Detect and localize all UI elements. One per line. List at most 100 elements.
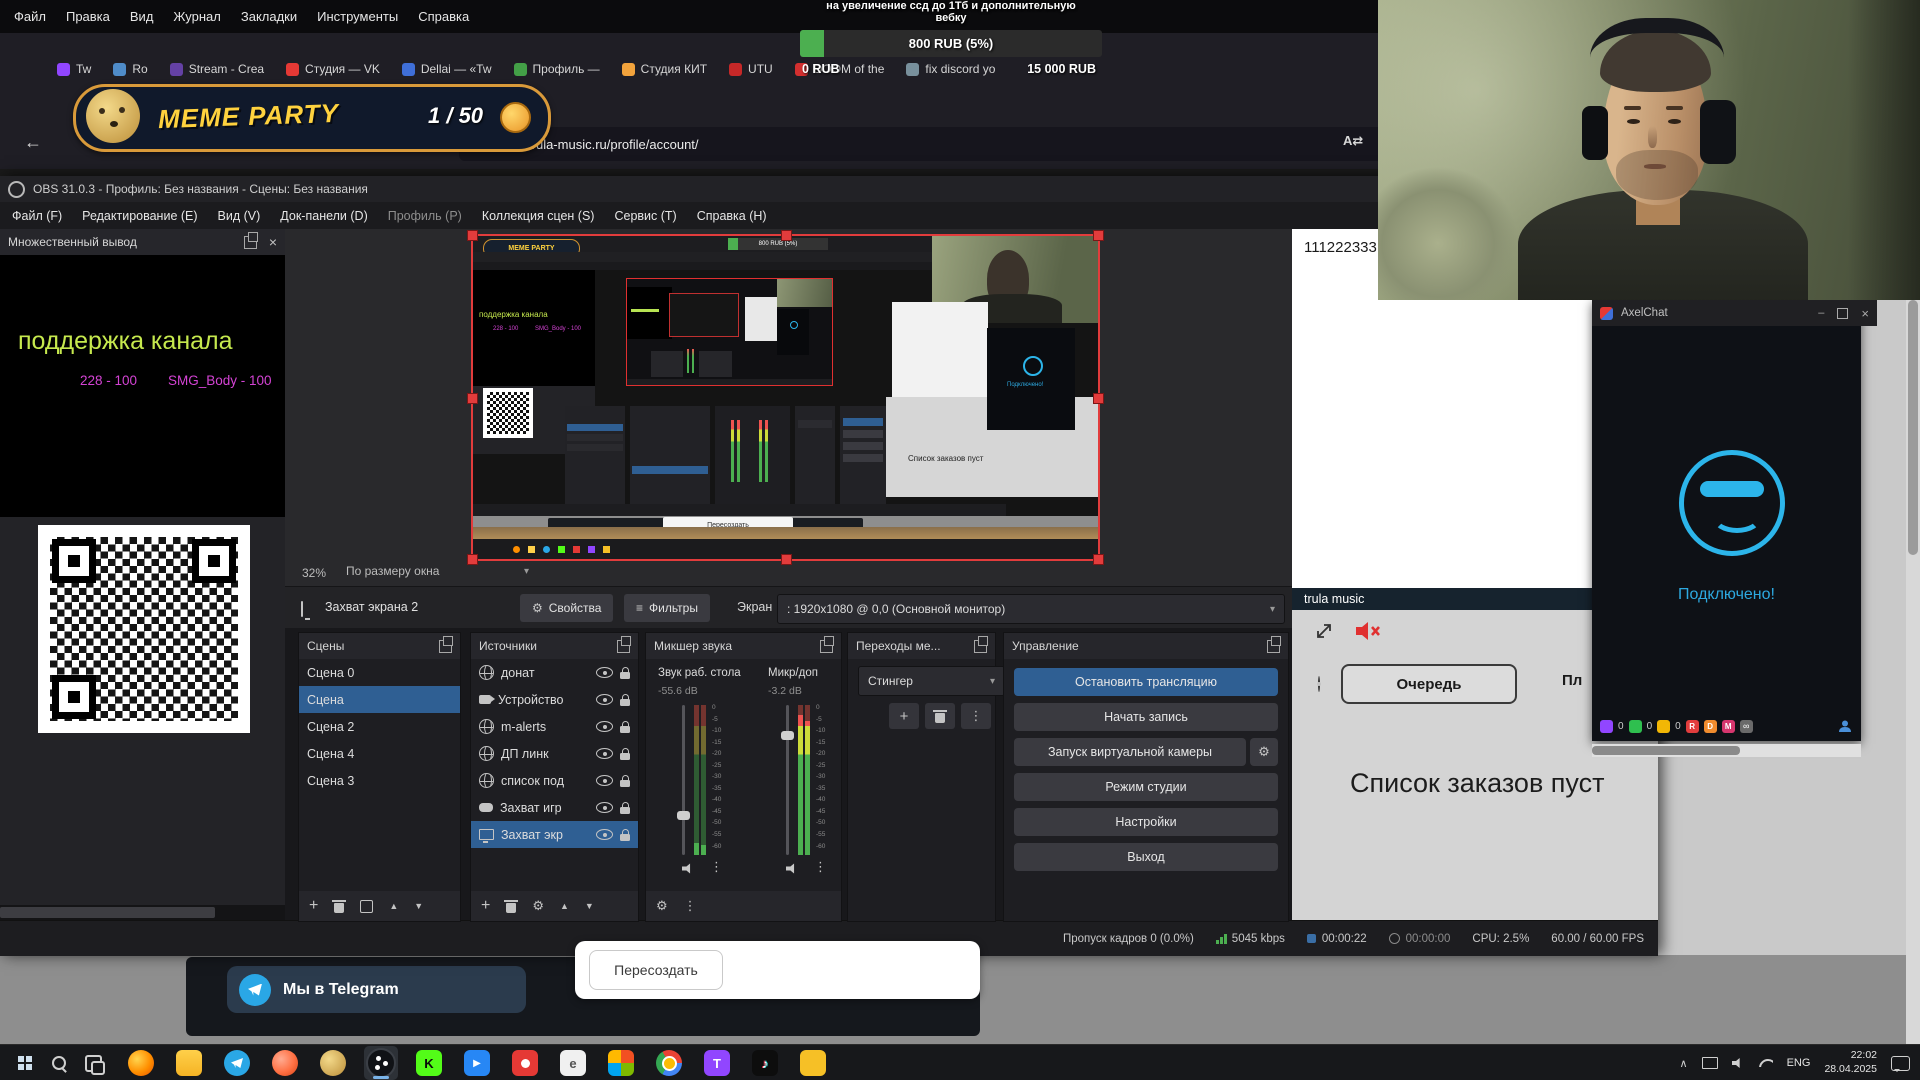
scene-item-selected[interactable]: Сцена <box>299 686 460 713</box>
twitch-icon[interactable] <box>1600 720 1613 733</box>
bookmark-item[interactable]: Dellai — «Tw <box>393 59 501 79</box>
menu-help[interactable]: Справка <box>408 6 479 27</box>
eye-icon[interactable] <box>596 721 613 732</box>
transform-handle[interactable] <box>781 230 792 241</box>
obs-menu-file[interactable]: Файл (F) <box>2 206 72 226</box>
transform-handle[interactable] <box>1093 230 1104 241</box>
gear-icon[interactable]: ⚙ <box>656 898 668 914</box>
move-up-icon[interactable]: ▲ <box>389 901 398 911</box>
menu-view[interactable]: Вид <box>120 6 164 27</box>
lock-icon[interactable] <box>620 726 630 733</box>
tray-speaker-icon[interactable] <box>1732 1058 1745 1069</box>
taskbar-telegram-icon[interactable] <box>220 1046 254 1080</box>
add-icon[interactable]: + <box>481 897 490 915</box>
scene-item[interactable]: Сцена 2 <box>299 713 460 740</box>
menu-file[interactable]: Файл <box>4 6 56 27</box>
scene-item[interactable]: Сцена 4 <box>299 740 460 767</box>
maximize-icon[interactable] <box>1837 308 1848 319</box>
multiview-hscrollbar-thumb[interactable] <box>0 907 215 918</box>
close-icon[interactable]: × <box>269 234 277 250</box>
obs-menu-edit[interactable]: Редактирование (Е) <box>72 206 207 226</box>
axelchat-titlebar[interactable]: AxelChat – × <box>1592 300 1877 326</box>
viewers-icon[interactable] <box>1837 719 1853 733</box>
telegram-button[interactable]: Мы в Telegram <box>227 966 526 1013</box>
remove-transition-button[interactable] <box>925 703 955 729</box>
bookmark-item[interactable]: Stream - Crea <box>161 59 273 79</box>
taskbar-store-icon[interactable] <box>604 1046 638 1080</box>
youtube-icon[interactable]: R <box>1686 720 1699 733</box>
add-transition-button[interactable]: + <box>889 703 919 729</box>
transition-select[interactable]: Стингер ▾ <box>858 666 1005 696</box>
menu-edit[interactable]: Правка <box>56 6 120 27</box>
bookmark-item[interactable]: Tw <box>48 59 100 79</box>
taskbar-browser2-icon[interactable] <box>268 1046 302 1080</box>
tray-display-icon[interactable] <box>1702 1057 1718 1069</box>
scene-item[interactable]: Сцена 0 <box>299 659 460 686</box>
notification-icon[interactable] <box>1891 1056 1910 1071</box>
taskbar-yellow-app-icon[interactable] <box>796 1046 830 1080</box>
muted-speaker-icon[interactable] <box>1354 619 1382 643</box>
source-item[interactable]: донат <box>471 659 638 686</box>
task-view-button[interactable] <box>76 1046 110 1080</box>
popout-icon[interactable] <box>439 640 452 653</box>
back-icon[interactable]: ← <box>24 132 42 153</box>
add-icon[interactable]: + <box>309 897 318 915</box>
close-icon[interactable]: × <box>1861 306 1869 321</box>
lock-icon[interactable] <box>620 807 630 814</box>
taskbar-white-app-icon[interactable]: e <box>556 1046 590 1080</box>
start-record-button[interactable]: Начать запись <box>1014 703 1278 731</box>
source-item[interactable]: Захват игр <box>471 794 638 821</box>
popout-icon[interactable] <box>1267 640 1280 653</box>
studio-mode-button[interactable]: Режим студии <box>1014 773 1278 801</box>
popout-icon[interactable] <box>617 640 630 653</box>
properties-button[interactable]: ⚙ Свойства <box>520 594 613 622</box>
taskbar-firefox-icon[interactable] <box>124 1046 158 1080</box>
obs-menu-docks[interactable]: Док-панели (D) <box>270 206 377 226</box>
lock-icon[interactable] <box>620 753 630 760</box>
popout-icon[interactable] <box>974 640 987 653</box>
taskbar-chrome-icon[interactable] <box>652 1046 686 1080</box>
scene-item[interactable]: Сцена 3 <box>299 767 460 794</box>
transform-handle[interactable] <box>467 554 478 565</box>
search-button[interactable] <box>42 1046 76 1080</box>
link-icon[interactable]: ∞ <box>1740 720 1753 733</box>
lock-icon[interactable] <box>620 672 630 679</box>
page-scrollbar[interactable] <box>1906 169 1920 1044</box>
transform-handle[interactable] <box>781 554 792 565</box>
volume-slider-handle[interactable] <box>677 811 690 820</box>
transform-handle[interactable] <box>467 230 478 241</box>
exit-button[interactable]: Выход <box>1014 843 1278 871</box>
taskbar-vkplay-icon[interactable]: ▶ <box>460 1046 494 1080</box>
lock-icon[interactable] <box>620 780 630 787</box>
screen-select[interactable]: : 1920x1080 @ 0,0 (Основной монитор) ▾ <box>777 594 1285 624</box>
translate-icon[interactable]: A⇄ <box>1343 133 1363 149</box>
volume-slider[interactable] <box>786 705 789 855</box>
bookmark-item[interactable]: fix discord yo <box>897 59 1004 79</box>
platform-icon[interactable] <box>1657 720 1670 733</box>
taskbar-twitch-icon[interactable]: T <box>700 1046 734 1080</box>
eye-icon[interactable] <box>596 829 613 840</box>
source-item[interactable]: m-alerts <box>471 713 638 740</box>
speaker-icon[interactable] <box>682 863 695 874</box>
tray-language[interactable]: ENG <box>1787 1057 1811 1069</box>
kick-icon[interactable] <box>1629 720 1642 733</box>
filters-button[interactable]: ≡ Фильтры <box>624 594 710 622</box>
preview-canvas[interactable]: MEME PARTY 800 RUB (5%) поддержка канала… <box>471 234 1100 561</box>
taskbar-obs-icon[interactable] <box>364 1046 398 1080</box>
url-bar[interactable]: https://trula-music.ru/profile/account/ <box>459 127 1410 161</box>
obs-menu-view[interactable]: Вид (V) <box>208 206 271 226</box>
tab-playlist[interactable]: Пл <box>1562 672 1582 689</box>
taskbar-tiktok-icon[interactable]: ♪ <box>748 1046 782 1080</box>
obs-menu-scene-collection[interactable]: Коллекция сцен (S) <box>472 206 605 226</box>
volume-slider-handle[interactable] <box>781 731 794 740</box>
obs-menu-profile[interactable]: Профиль (P) <box>378 206 472 226</box>
eye-icon[interactable] <box>1318 676 1320 692</box>
tray-expand-icon[interactable]: ∧ <box>1680 1057 1688 1070</box>
trash-icon[interactable] <box>506 903 516 913</box>
eye-icon[interactable] <box>596 802 613 813</box>
multiview-hscrollbar[interactable] <box>0 905 285 920</box>
eye-icon[interactable] <box>596 775 613 786</box>
transition-props-button[interactable]: ⋮ <box>961 703 991 729</box>
menu-bookmarks[interactable]: Закладки <box>231 6 307 27</box>
taskbar-explorer-icon[interactable] <box>172 1046 206 1080</box>
